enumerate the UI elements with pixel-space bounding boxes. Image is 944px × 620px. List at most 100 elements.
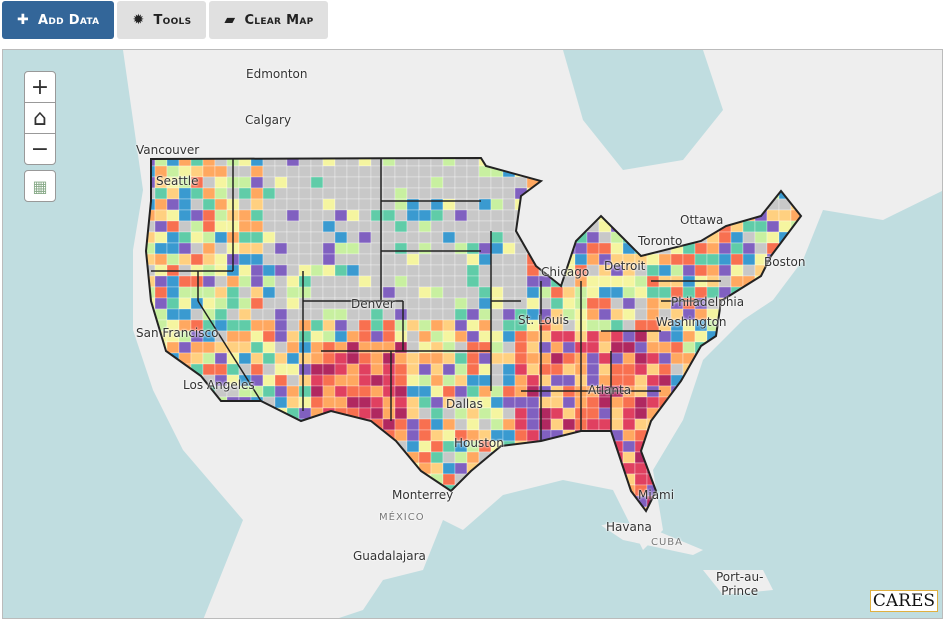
county-cell[interactable] <box>730 473 744 486</box>
county-cell[interactable] <box>382 275 396 288</box>
county-cell[interactable] <box>358 165 372 178</box>
county-cell[interactable] <box>298 253 312 266</box>
county-cell[interactable] <box>730 352 744 365</box>
county-cell[interactable] <box>778 462 792 475</box>
zoom-out-button[interactable]: − <box>25 134 55 164</box>
county-cell[interactable] <box>214 363 228 376</box>
county-cell[interactable] <box>586 308 600 321</box>
county-cell[interactable] <box>598 341 612 354</box>
county-cell[interactable] <box>406 231 420 244</box>
county-cell[interactable] <box>370 407 384 420</box>
county-cell[interactable] <box>202 220 216 233</box>
county-cell[interactable] <box>694 429 708 442</box>
county-cell[interactable] <box>202 176 216 189</box>
county-cell[interactable] <box>610 319 624 332</box>
county-cell[interactable] <box>286 330 300 343</box>
county-cell[interactable] <box>766 209 780 222</box>
county-cell[interactable] <box>406 242 420 255</box>
county-cell[interactable] <box>514 429 528 442</box>
county-cell[interactable] <box>406 319 420 332</box>
county-cell[interactable] <box>658 363 672 376</box>
county-cell[interactable] <box>334 308 348 321</box>
county-cell[interactable] <box>310 198 324 211</box>
county-cell[interactable] <box>658 286 672 299</box>
county-cell[interactable] <box>394 187 408 200</box>
county-cell[interactable] <box>742 363 756 376</box>
county-cell[interactable] <box>466 253 480 266</box>
county-cell[interactable] <box>694 242 708 255</box>
county-cell[interactable] <box>334 297 348 310</box>
county-cell[interactable] <box>730 451 744 464</box>
county-cell[interactable] <box>490 418 504 431</box>
county-cell[interactable] <box>634 418 648 431</box>
county-cell[interactable] <box>334 374 348 387</box>
county-cell[interactable] <box>430 407 444 420</box>
county-cell[interactable] <box>334 242 348 255</box>
county-cell[interactable] <box>730 341 744 354</box>
county-cell[interactable] <box>166 308 180 321</box>
county-cell[interactable] <box>442 187 456 200</box>
county-cell[interactable] <box>754 242 768 255</box>
county-cell[interactable] <box>382 231 396 244</box>
county-cell[interactable] <box>766 308 780 321</box>
county-cell[interactable] <box>190 473 204 486</box>
county-cell[interactable] <box>298 363 312 376</box>
county-cell[interactable] <box>478 385 492 398</box>
county-cell[interactable] <box>514 352 528 365</box>
county-cell[interactable] <box>274 231 288 244</box>
county-cell[interactable] <box>178 462 192 475</box>
county-cell[interactable] <box>743 518 755 529</box>
county-cell[interactable] <box>694 495 708 508</box>
county-cell[interactable] <box>238 209 252 222</box>
county-cell[interactable] <box>442 253 456 266</box>
county-cell[interactable] <box>490 407 504 420</box>
county-cell[interactable] <box>803 452 815 463</box>
county-cell[interactable] <box>370 385 384 398</box>
county-cell[interactable] <box>634 374 648 387</box>
tools-button[interactable]: ✹ Tools <box>117 1 207 39</box>
county-cell[interactable] <box>466 220 480 233</box>
county-cell[interactable] <box>634 308 648 321</box>
county-cell[interactable] <box>334 198 348 211</box>
county-cell[interactable] <box>694 253 708 266</box>
county-cell[interactable] <box>706 396 720 409</box>
county-cell[interactable] <box>143 484 156 497</box>
county-cell[interactable] <box>803 419 815 430</box>
county-cell[interactable] <box>430 308 444 321</box>
county-cell[interactable] <box>454 220 468 233</box>
county-cell[interactable] <box>790 308 803 321</box>
county-cell[interactable] <box>478 187 492 200</box>
county-cell[interactable] <box>502 187 516 200</box>
county-cell[interactable] <box>706 374 720 387</box>
county-cell[interactable] <box>178 484 192 497</box>
county-cell[interactable] <box>550 352 564 365</box>
county-cell[interactable] <box>382 352 396 365</box>
county-cell[interactable] <box>382 264 396 277</box>
county-cell[interactable] <box>154 440 168 453</box>
county-cell[interactable] <box>143 451 156 464</box>
county-cell[interactable] <box>382 418 396 431</box>
county-cell[interactable] <box>202 209 216 222</box>
county-cell[interactable] <box>274 330 288 343</box>
county-cell[interactable] <box>298 396 312 409</box>
county-cell[interactable] <box>694 451 708 464</box>
county-cell[interactable] <box>322 319 336 332</box>
county-cell[interactable] <box>262 253 276 266</box>
county-cell[interactable] <box>346 385 360 398</box>
county-cell[interactable] <box>766 418 780 431</box>
county-cell[interactable] <box>430 231 444 244</box>
county-cell[interactable] <box>706 242 720 255</box>
county-cell[interactable] <box>790 396 803 409</box>
county-cell[interactable] <box>418 286 432 299</box>
county-cell[interactable] <box>670 451 684 464</box>
county-cell[interactable] <box>790 484 803 497</box>
county-cell[interactable] <box>730 407 744 420</box>
county-cell[interactable] <box>502 231 516 244</box>
county-cell[interactable] <box>550 374 564 387</box>
county-cell[interactable] <box>334 253 348 266</box>
county-cell[interactable] <box>250 297 264 310</box>
county-cell[interactable] <box>730 264 744 277</box>
county-cell[interactable] <box>418 385 432 398</box>
county-cell[interactable] <box>190 275 204 288</box>
county-cell[interactable] <box>622 429 636 442</box>
